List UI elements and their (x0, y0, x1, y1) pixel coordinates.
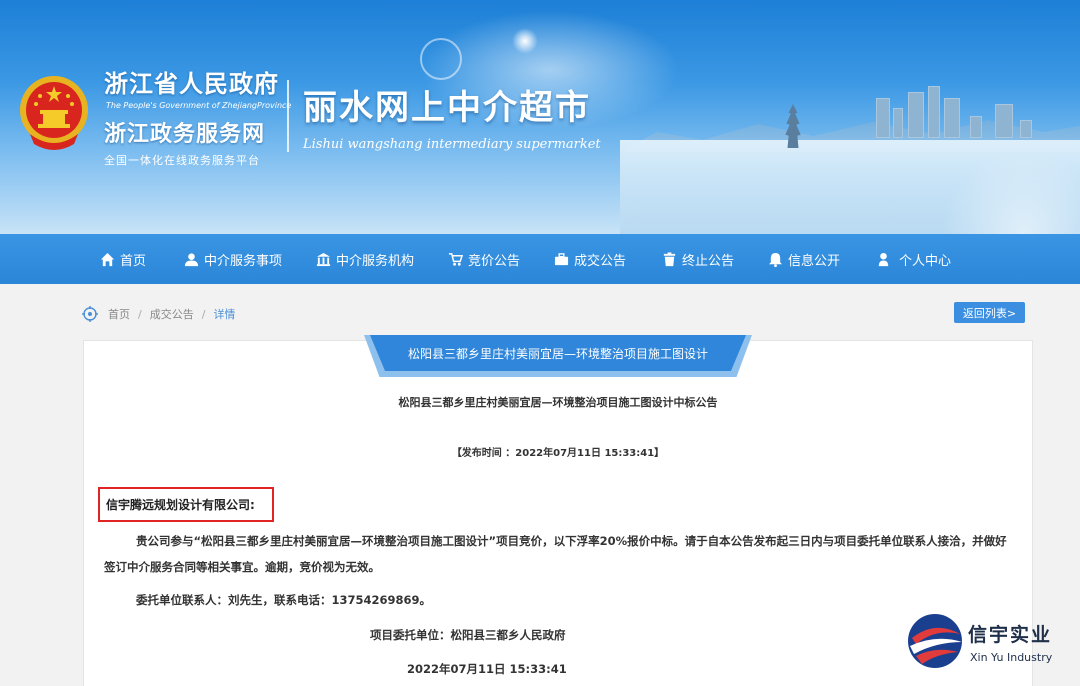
nav-item-agencies[interactable]: 中介服务机构 (316, 234, 414, 284)
signing-unit: 项目委托单位：松阳县三都乡人民政府 (370, 628, 566, 642)
briefcase-icon (554, 252, 569, 265)
nav-item-label: 信息公开 (788, 253, 841, 269)
watermark-name-cn: 信宇实业 (968, 624, 1053, 646)
nav-item-bidding[interactable]: 竞价公告 (448, 234, 520, 284)
cart-icon (448, 252, 463, 266)
user-group-icon (184, 252, 199, 266)
gov-slogan: 全国一体化在线政务服务平台 (104, 154, 260, 167)
gov-title: 浙江省人民政府 (104, 69, 279, 98)
building-icon (316, 252, 331, 266)
watermark-name-en: Xin Yu Industry (970, 651, 1053, 664)
breadcrumb-separator: / (138, 307, 142, 321)
nav-item-terminated[interactable]: 终止公告 (662, 234, 734, 284)
breadcrumb-separator: / (201, 307, 206, 321)
notice-body: 贵公司参与“松阳县三都乡里庄村美丽宜居—环境整治项目施工图设计”项目竞价，以下浮… (104, 534, 1007, 574)
back-to-list-button[interactable]: 返回列表> (954, 302, 1025, 323)
main-nav: 首页 中介服务事项 中介服务机构 竞价公告 成交公告 终止公告 信息公开 个人中… (0, 234, 1080, 284)
nav-item-services[interactable]: 中介服务事项 (184, 234, 282, 284)
nav-item-label: 成交公告 (574, 253, 627, 269)
publish-time: 【发布时间 ：2022年07月11日 15:33:41】 (451, 448, 665, 459)
nav-item-label: 终止公告 (682, 253, 735, 269)
nav-item-label: 竞价公告 (468, 253, 521, 269)
header-divider (287, 80, 289, 152)
flower-decoration (940, 150, 1080, 234)
gov-brand: 浙江省人民政府 The People's Government of Zheji… (104, 64, 291, 168)
signing-date: 2022年07月11日 15:33:41 (407, 662, 567, 676)
breadcrumb: 首页 / 成交公告 / 详情 (82, 306, 235, 322)
national-emblem-icon (20, 76, 88, 150)
site-title: 丽水网上中介超市 (303, 88, 591, 128)
nav-item-deals[interactable]: 成交公告 (554, 234, 626, 284)
bell-icon (768, 252, 783, 267)
header-banner: 浙江省人民政府 The People's Government of Zheji… (0, 0, 1080, 234)
nav-item-label: 首页 (120, 253, 147, 269)
addressee-text: 信宇腾远规划设计有限公司: (106, 498, 255, 512)
trash-icon (663, 251, 676, 266)
breadcrumb-deals[interactable]: 成交公告 (150, 306, 194, 322)
company-watermark: 信宇实业 Xin Yu Industry (906, 612, 1076, 674)
breadcrumb-current: 详情 (213, 308, 236, 321)
nav-item-label: 个人中心 (899, 253, 952, 269)
gov-title-en: The People's Government of ZhejiangProvi… (106, 101, 292, 110)
site-brand: 丽水网上中介超市 Lishui wangshang intermediary s… (303, 80, 601, 152)
gov-service-title: 浙江政务服务网 (104, 121, 266, 147)
nav-item-label: 中介服务事项 (204, 253, 283, 269)
nav-item-label: 中介服务机构 (336, 253, 415, 269)
person-icon (878, 252, 889, 266)
location-icon (82, 306, 98, 322)
contact-info: 委托单位联系人：刘先生，联系电话：13754269869。 (136, 593, 432, 607)
site-title-en: Lishui wangshang intermediary supermarke… (303, 137, 601, 152)
ring-decoration (420, 38, 462, 80)
home-icon (100, 252, 115, 266)
xinyu-logo-icon (908, 614, 962, 668)
breadcrumb-home[interactable]: 首页 (108, 306, 130, 322)
nav-item-home[interactable]: 首页 (100, 234, 146, 284)
article-ribbon-title: 松阳县三都乡里庄村美丽宜居—环境整治项目施工图设计 (370, 335, 746, 371)
notice-title: 松阳县三都乡里庄村美丽宜居—环境整治项目施工图设计中标公告 (398, 396, 718, 409)
nav-item-personal[interactable]: 个人中心 (876, 234, 951, 284)
sparkle-decoration (512, 28, 538, 54)
nav-item-disclosure[interactable]: 信息公开 (768, 234, 840, 284)
addressee-highlight: 信宇腾远规划设计有限公司: (98, 487, 274, 522)
